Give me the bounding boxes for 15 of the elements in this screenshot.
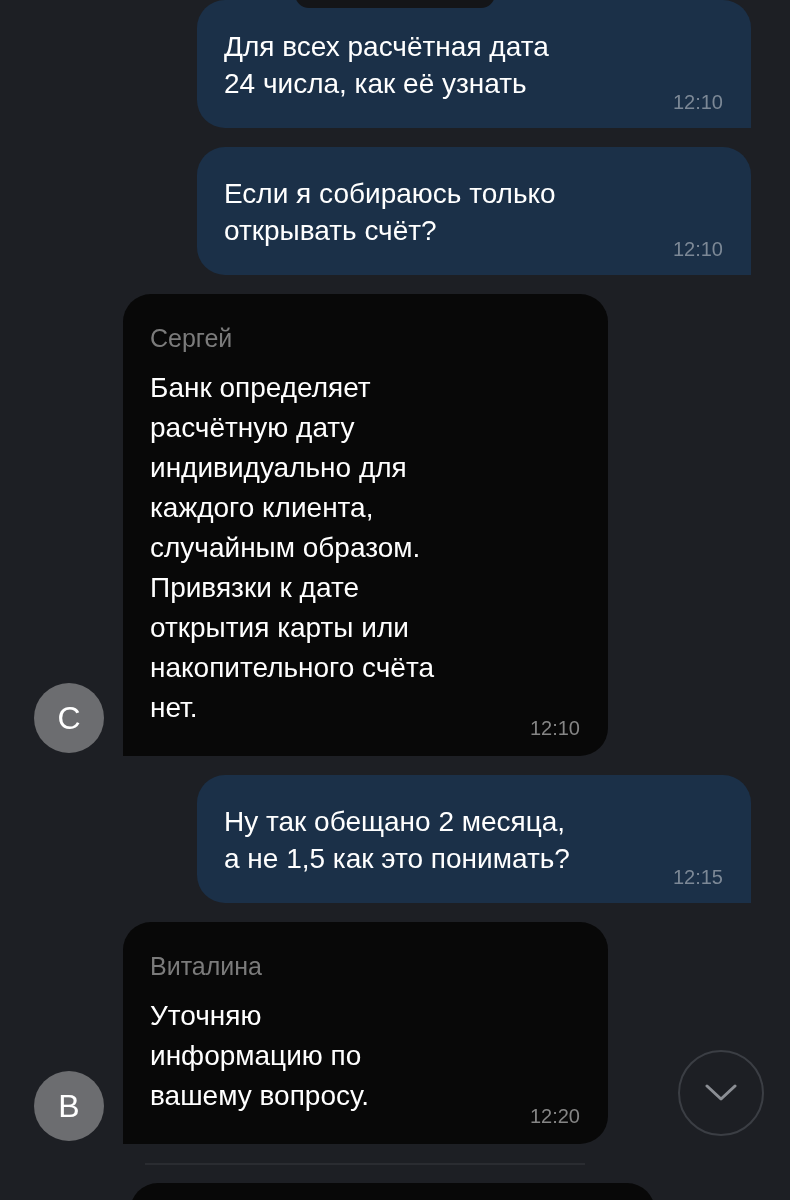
message-text: Банк определяет расчётную дату индивидуально для каждого клиента, случайным образом. Привязки к дате открытия карты или накопительного счёта нет. xyxy=(150,371,434,725)
message-text: Ну так обещано 2 месяца, а не 1,5 как это понимать? xyxy=(224,805,570,876)
message-time: 12:10 xyxy=(672,238,723,260)
message-time: 12:10 xyxy=(672,91,723,113)
message-time: 12:10 xyxy=(529,717,580,739)
sender-name: Сергей xyxy=(150,323,233,353)
chevron-down-icon xyxy=(705,1084,737,1102)
message-time: 12:20 xyxy=(529,1105,580,1127)
avatar: В xyxy=(34,1071,104,1141)
message-text: Для всех расчётная дата 24 числа, как её узнать xyxy=(224,30,549,101)
message-text: Если я собираюсь только открывать счёт? xyxy=(224,177,556,248)
message-text: Уточняю информацию по вашему вопросу. xyxy=(150,999,369,1113)
avatar: С xyxy=(34,683,104,753)
sender-name: Виталина xyxy=(150,951,262,981)
message-time: 12:15 xyxy=(672,866,723,888)
